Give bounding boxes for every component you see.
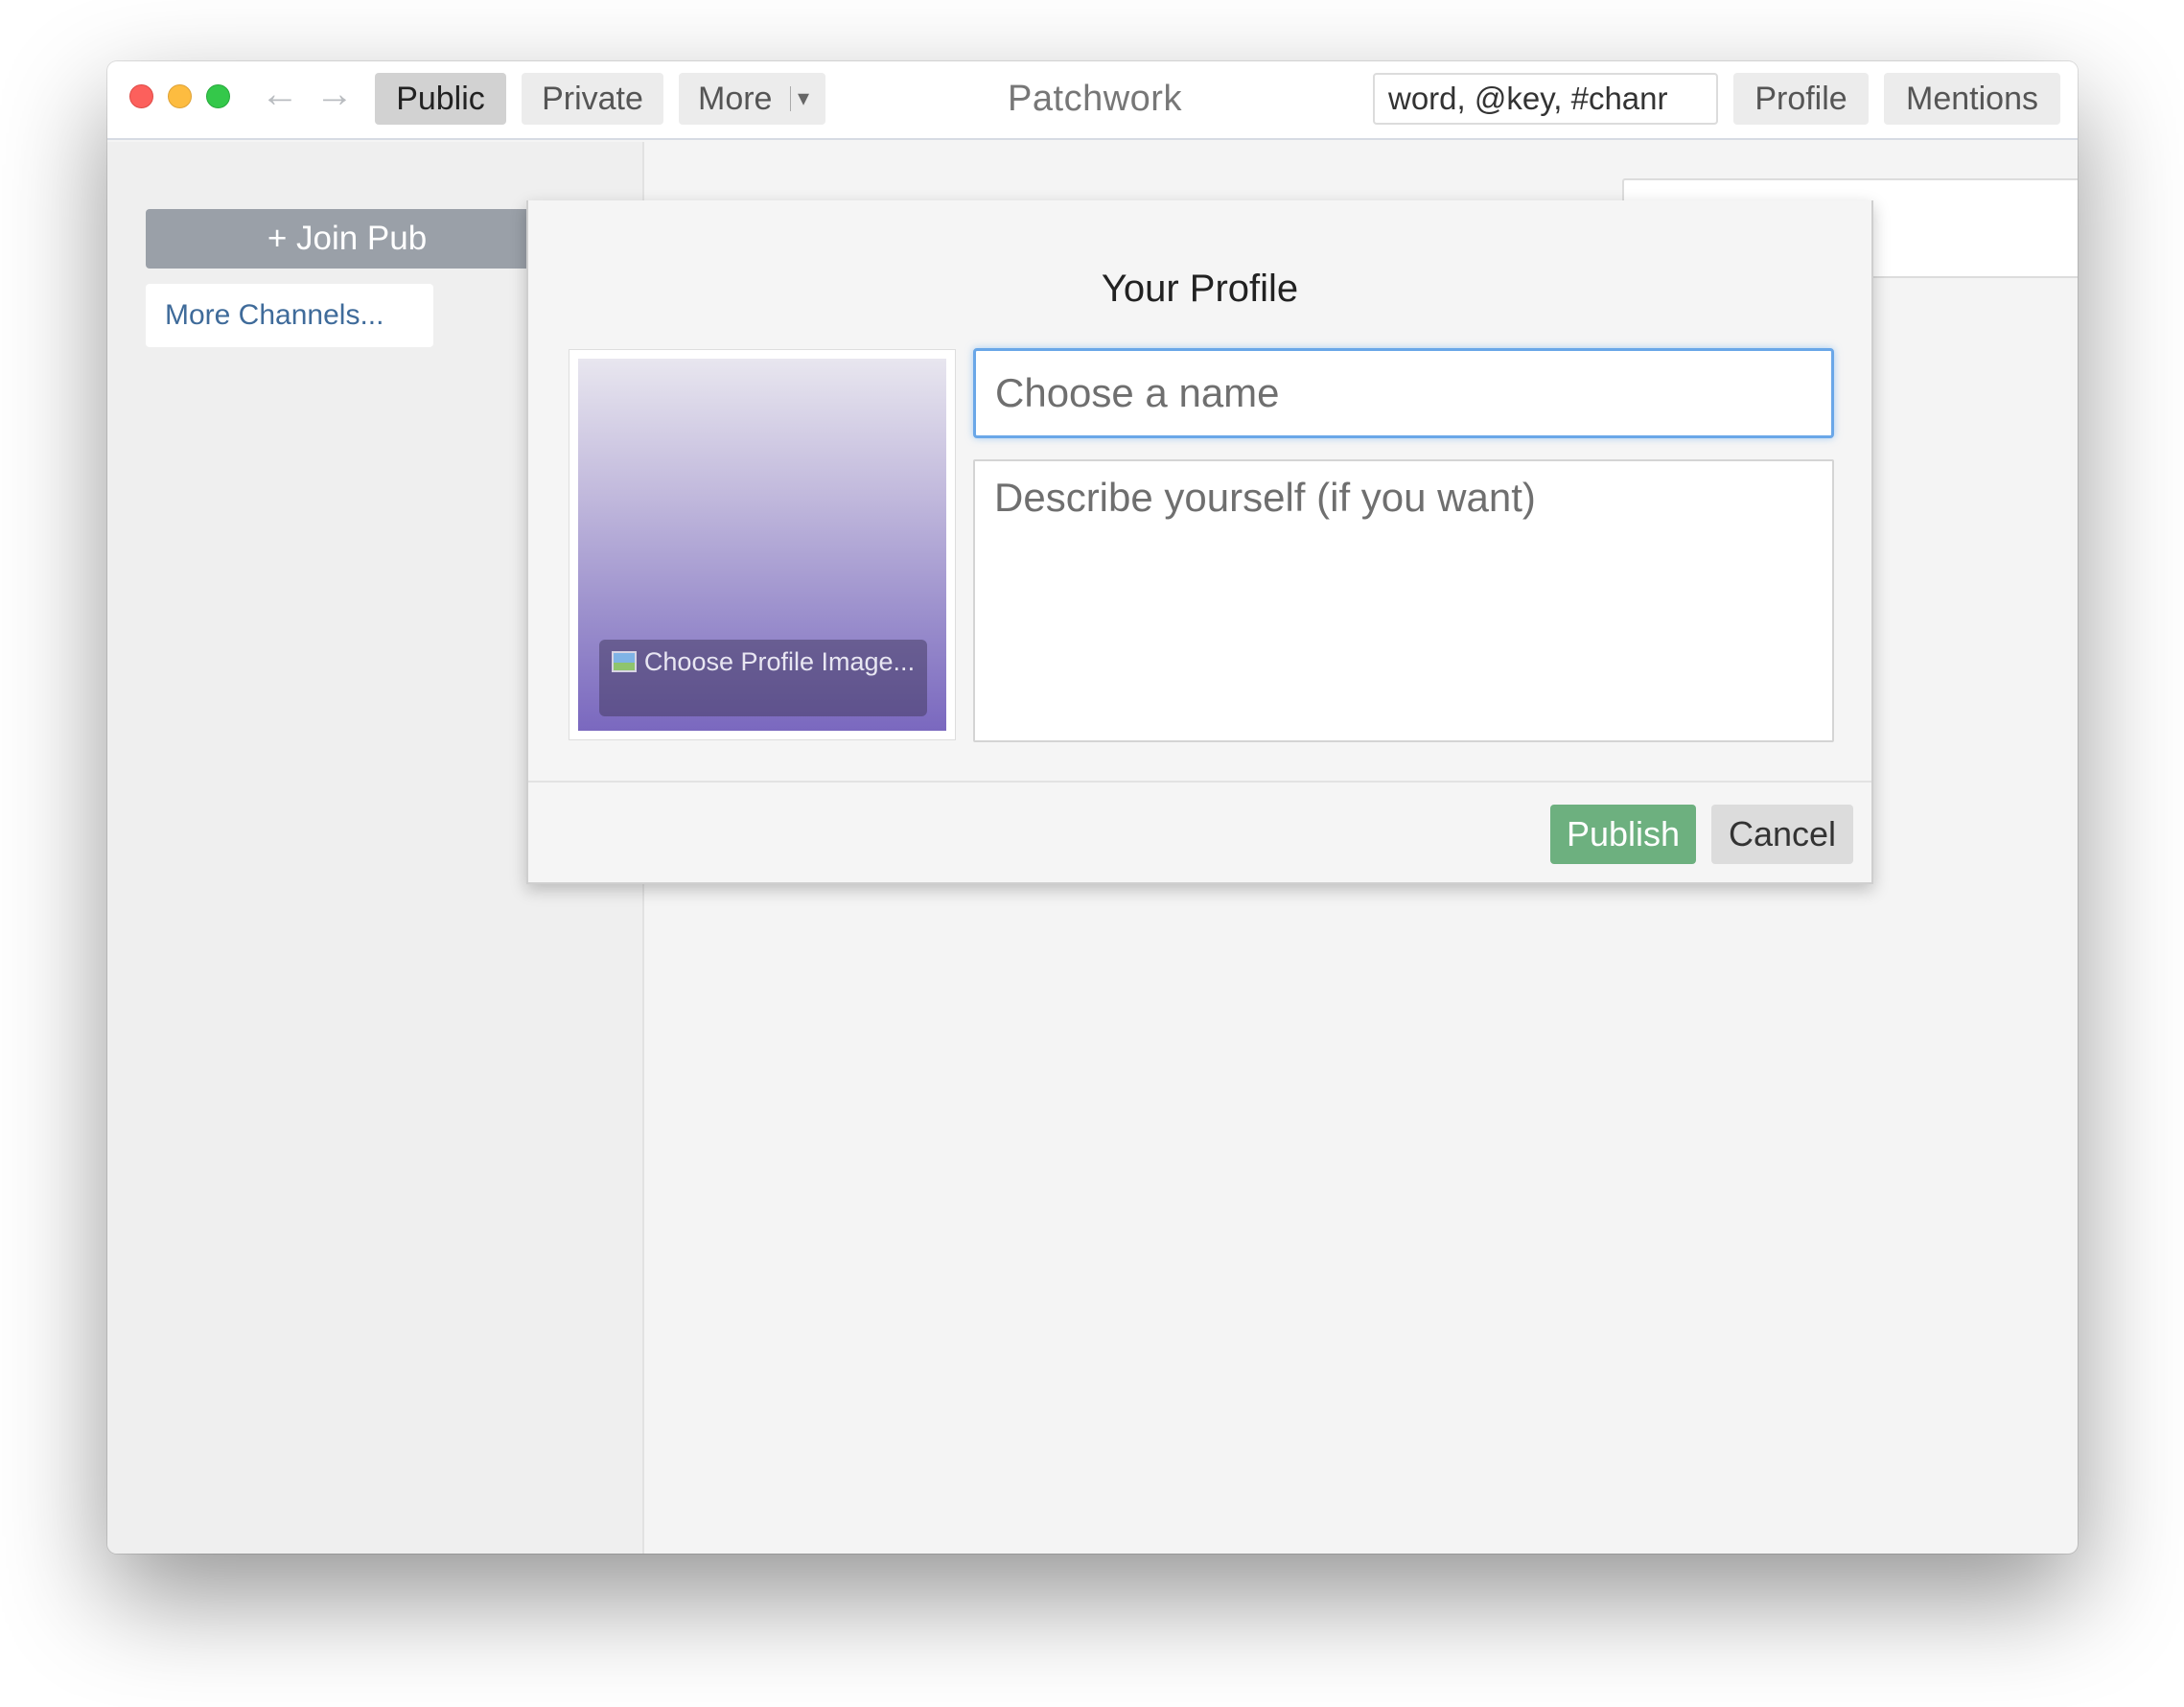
chevron-down-icon: ▾ xyxy=(798,85,810,111)
description-textarea[interactable] xyxy=(973,459,1834,742)
join-pub-button[interactable]: + Join Pub xyxy=(146,209,548,269)
minimize-window-button[interactable] xyxy=(168,84,192,108)
name-input[interactable] xyxy=(973,348,1834,438)
back-arrow-icon[interactable]: ← xyxy=(261,75,299,113)
image-icon xyxy=(611,651,637,672)
publish-button[interactable]: Publish xyxy=(1550,805,1696,864)
tab-public[interactable]: Public xyxy=(375,73,506,125)
mentions-button[interactable]: Mentions xyxy=(1884,73,2060,125)
more-channels-link[interactable]: More Channels... xyxy=(146,284,433,347)
modal-title: Your Profile xyxy=(1101,268,1299,310)
profile-modal: Your Profile Choose Profile Image... Pub… xyxy=(526,200,1873,884)
more-dropdown-button[interactable]: More ▾ xyxy=(679,73,825,125)
titlebar: ← → Public Private More ▾ Patchwork word… xyxy=(107,61,2078,140)
close-window-button[interactable] xyxy=(129,84,153,108)
choose-image-label: Choose Profile Image... xyxy=(643,647,916,676)
forward-arrow-icon[interactable]: → xyxy=(315,75,354,113)
app-window: ← → Public Private More ▾ Patchwork word… xyxy=(107,61,2078,1554)
profile-button[interactable]: Profile xyxy=(1733,73,1869,125)
more-label: More xyxy=(698,81,773,117)
more-divider xyxy=(790,86,791,111)
app-title: Patchwork xyxy=(1008,79,1182,119)
modal-footer-divider xyxy=(528,781,1871,783)
maximize-window-button[interactable] xyxy=(206,84,230,108)
search-input[interactable]: word, @key, #chanr xyxy=(1373,73,1718,125)
avatar-preview: Choose Profile Image... xyxy=(578,359,946,731)
avatar-frame: Choose Profile Image... xyxy=(569,349,956,740)
choose-profile-image-button[interactable]: Choose Profile Image... xyxy=(599,640,927,716)
cancel-button[interactable]: Cancel xyxy=(1711,805,1853,864)
tab-private[interactable]: Private xyxy=(522,73,663,125)
